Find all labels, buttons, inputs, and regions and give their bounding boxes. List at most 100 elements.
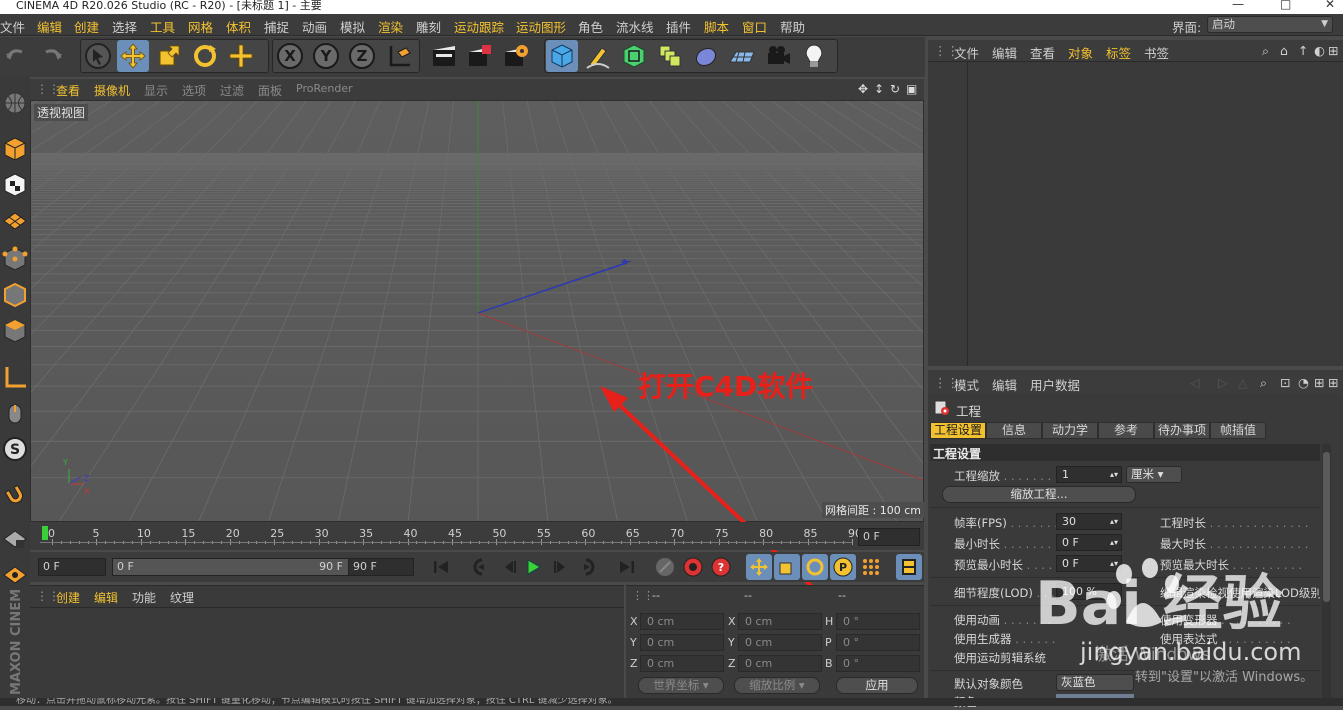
viewport-solo-icon[interactable] bbox=[1, 89, 29, 117]
coord-size-y-field[interactable]: 0 cm bbox=[738, 634, 822, 651]
frame-range-slider[interactable]: 0 F 90 F bbox=[112, 558, 354, 576]
lock-icon[interactable]: ⊡ bbox=[1280, 375, 1290, 390]
tab-todo[interactable]: 待办事项 bbox=[1154, 422, 1210, 439]
tab-reference[interactable]: 参考 bbox=[1098, 422, 1154, 439]
coord-pos-y-field[interactable]: 0 cm bbox=[640, 634, 724, 651]
coord-size-x-field[interactable]: 0 cm bbox=[738, 613, 822, 630]
tab-frame-interpolation[interactable]: 帧插值 bbox=[1210, 422, 1266, 439]
viewport-zoom-icon[interactable]: ↕ bbox=[874, 82, 884, 96]
back-icon[interactable]: ◁ bbox=[1190, 375, 1200, 390]
object-menu-file[interactable]: 文件 bbox=[954, 43, 979, 62]
scale-project-button[interactable]: 缩放工程... bbox=[942, 486, 1136, 503]
go-to-end-icon[interactable] bbox=[614, 554, 640, 580]
menu-help[interactable]: 帮助 bbox=[780, 17, 805, 36]
menu-mesh[interactable]: 网格 bbox=[188, 17, 213, 36]
next-frame-icon[interactable] bbox=[548, 554, 574, 580]
polygons-mode-icon[interactable] bbox=[1, 317, 29, 345]
object-menu-objects[interactable]: 对象 bbox=[1068, 43, 1093, 62]
apply-button[interactable]: 应用 bbox=[836, 677, 918, 694]
material-menu-create[interactable]: 创建 bbox=[56, 589, 80, 606]
viewport-move-icon[interactable]: ✥ bbox=[858, 82, 868, 96]
axis-mode-icon[interactable] bbox=[1, 363, 29, 391]
x-axis-lock-icon[interactable]: X bbox=[274, 40, 306, 72]
coord-rot-h-field[interactable]: 0 ° bbox=[836, 613, 920, 630]
coordinate-system-icon[interactable] bbox=[384, 40, 416, 72]
object-menu-view[interactable]: 查看 bbox=[1030, 43, 1055, 62]
edges-mode-icon[interactable] bbox=[1, 281, 29, 309]
floor-icon[interactable] bbox=[726, 40, 758, 72]
viewport-menu-display[interactable]: 显示 bbox=[144, 82, 168, 99]
menu-window[interactable]: 窗口 bbox=[742, 17, 767, 36]
viewport-menu-camera[interactable]: 摄像机 bbox=[94, 82, 130, 99]
menu-simulate[interactable]: 模拟 bbox=[340, 17, 365, 36]
minimize-icon[interactable]: — bbox=[1232, 0, 1244, 10]
texture-mode-icon[interactable] bbox=[1, 171, 29, 199]
coord-rot-b-field[interactable]: 0 ° bbox=[836, 655, 920, 672]
key-parameter-icon[interactable]: P bbox=[830, 554, 856, 580]
render-view-icon[interactable] bbox=[428, 40, 460, 72]
search-icon[interactable]: ⌕ bbox=[1260, 375, 1267, 391]
viewport-menu-prorender[interactable]: ProRender bbox=[296, 82, 353, 95]
home-icon[interactable]: ⌂ bbox=[1280, 43, 1288, 58]
maximize-icon[interactable]: □ bbox=[1280, 0, 1291, 10]
render-picture-viewer-icon[interactable] bbox=[464, 40, 496, 72]
timeline-icon[interactable] bbox=[896, 554, 922, 580]
collapse-icon[interactable]: ◐ bbox=[1314, 43, 1325, 58]
record-disabled-icon[interactable] bbox=[652, 554, 678, 580]
redo-icon[interactable] bbox=[36, 40, 68, 72]
play-icon[interactable] bbox=[520, 554, 546, 580]
cube-icon[interactable] bbox=[546, 40, 578, 72]
max-frame-field[interactable]: 90 F bbox=[348, 558, 414, 576]
menu-plugins[interactable]: 插件 bbox=[666, 17, 691, 36]
tab-dynamics[interactable]: 动力学 bbox=[1042, 422, 1098, 439]
z-axis-lock-icon[interactable]: Z bbox=[346, 40, 378, 72]
current-frame-field[interactable]: 0 F bbox=[38, 558, 106, 576]
material-menu-texture[interactable]: 纹理 bbox=[170, 589, 194, 606]
new-panel-icon[interactable]: ⊞ bbox=[1328, 43, 1338, 58]
close-icon[interactable]: ✕ bbox=[1325, 0, 1335, 10]
subdivision-icon[interactable] bbox=[618, 40, 650, 72]
move-icon[interactable] bbox=[117, 40, 149, 72]
perspective-viewport[interactable]: Y Z X bbox=[30, 100, 924, 522]
menu-pipeline[interactable]: 流水线 bbox=[616, 17, 654, 36]
material-menu-edit[interactable]: 编辑 bbox=[94, 589, 118, 606]
coord-rot-p-field[interactable]: 0 ° bbox=[836, 634, 920, 651]
scale-icon[interactable] bbox=[153, 40, 185, 72]
next-key-icon[interactable] bbox=[576, 554, 602, 580]
timeline-ruler[interactable]: 0 5 10 15 20 25 30 35 40 45 50 55 60 65 70 75 80 85 90 bbox=[30, 522, 924, 550]
key-rotation-icon[interactable] bbox=[802, 554, 828, 580]
viewport-menu-filter[interactable]: 过滤 bbox=[220, 82, 244, 99]
timeline-end-field[interactable]: 0 F bbox=[858, 528, 920, 546]
camera-icon[interactable] bbox=[762, 40, 794, 72]
coord-size-z-field[interactable]: 0 cm bbox=[738, 655, 822, 672]
workplane-mode-icon[interactable] bbox=[1, 207, 29, 235]
object-menu-edit[interactable]: 编辑 bbox=[992, 43, 1017, 62]
menu-mograph[interactable]: 运动图形 bbox=[516, 17, 566, 36]
min-time-field[interactable]: 0 F ▴▾ bbox=[1056, 534, 1122, 551]
new-panel-icon[interactable]: ⊞ bbox=[1314, 375, 1324, 390]
magnet-icon[interactable] bbox=[1, 481, 29, 509]
menu-snap[interactable]: 捕捉 bbox=[264, 17, 289, 36]
object-list[interactable] bbox=[928, 62, 968, 366]
undo-icon[interactable] bbox=[0, 40, 32, 72]
layout-dropdown[interactable]: 启动 ▼ bbox=[1207, 16, 1333, 33]
rotate-icon[interactable] bbox=[189, 40, 221, 72]
menu-character[interactable]: 角色 bbox=[578, 17, 603, 36]
expand-icon[interactable]: ⊞ bbox=[1328, 375, 1338, 390]
snap-s-icon[interactable]: S bbox=[1, 435, 29, 463]
auto-key-icon[interactable]: ? bbox=[708, 554, 734, 580]
menu-script[interactable]: 脚本 bbox=[704, 17, 729, 36]
attribute-scrollbar[interactable] bbox=[1322, 444, 1331, 706]
project-scale-unit-dropdown[interactable]: 厘米 ▾ bbox=[1126, 466, 1182, 483]
key-scale-icon[interactable] bbox=[774, 554, 800, 580]
select-arrow-icon[interactable] bbox=[82, 40, 114, 72]
light-icon[interactable] bbox=[798, 40, 830, 72]
menu-tools[interactable]: 工具 bbox=[150, 17, 175, 36]
deformer-icon[interactable] bbox=[690, 40, 722, 72]
history-icon[interactable]: ◔ bbox=[1298, 375, 1309, 390]
menu-animate[interactable]: 动画 bbox=[302, 17, 327, 36]
search-icon[interactable]: ⌕ bbox=[1262, 43, 1269, 59]
menu-edit[interactable]: 编辑 bbox=[37, 17, 62, 36]
y-axis-lock-icon[interactable]: Y bbox=[310, 40, 342, 72]
world-coords-dropdown[interactable]: 世界坐标 ▾ bbox=[638, 677, 724, 694]
